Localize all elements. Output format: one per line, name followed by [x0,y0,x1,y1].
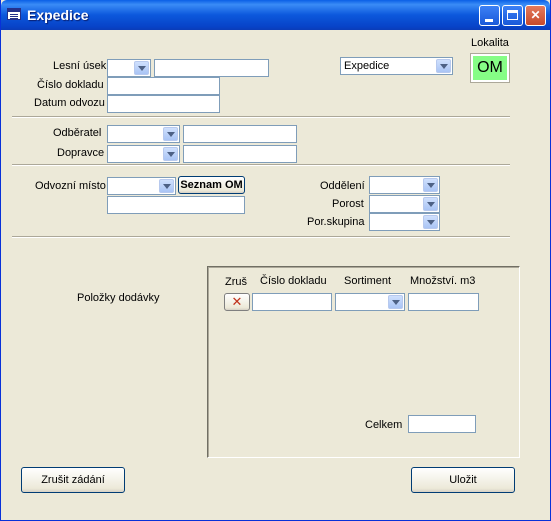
col-header-cislo-dokladu: Číslo dokladu [260,275,327,287]
porost-combo[interactable] [369,195,440,213]
por-skupina-combo[interactable] [369,213,440,231]
chevron-down-icon[interactable] [423,178,438,192]
oddeleni-combo[interactable] [369,176,440,194]
item-mnozstvi-field[interactable] [408,293,479,311]
lesni-usek-combo[interactable] [107,59,151,77]
chevron-down-icon[interactable] [159,179,174,193]
dopravce-name-field[interactable] [183,145,297,163]
odberatel-label: Odběratel [53,127,102,139]
dopravce-combo[interactable] [107,145,180,163]
lokalita-label: Lokalita [471,37,509,49]
datum-odvozu-label: Datum odvozu [34,97,105,109]
expedice-combo-value: Expedice [344,60,390,72]
odvozni-misto-name-field[interactable] [107,196,245,214]
datum-odvozu-field[interactable] [107,95,220,113]
chevron-down-icon[interactable] [163,127,178,141]
lesni-usek-name-field[interactable] [154,59,269,77]
close-icon[interactable] [525,5,546,26]
oddeleni-label: Oddělení [320,180,365,192]
minimize-icon[interactable] [479,5,500,26]
delete-row-button[interactable]: ✕ [224,293,250,311]
separator [12,236,510,238]
form-client-area: Lesní úsek Číslo dokladu Datum odvozu Ex… [4,30,547,518]
cislo-dokladu-field[interactable] [107,77,220,95]
col-header-zrus: Zruš [225,276,247,288]
items-subform: Zruš Číslo dokladu Sortiment Množství. m… [207,266,520,458]
lokalita-badge: OM [470,53,510,83]
porost-label: Porost [332,198,364,210]
save-button[interactable]: Uložit [411,467,515,493]
seznam-om-button[interactable]: Seznam OM [178,176,245,194]
polozky-dodavky-label: Položky dodávky [77,292,160,304]
odvozni-misto-label: Odvozní místo [35,180,106,192]
separator [12,164,510,166]
chevron-down-icon[interactable] [388,295,403,309]
chevron-down-icon[interactable] [436,59,451,73]
col-header-mnozstvi: Množství. m3 [410,275,476,287]
odberatel-combo[interactable] [107,125,180,143]
cancel-entry-button[interactable]: Zrušit zádání [21,467,125,493]
celkem-field[interactable] [408,415,476,433]
separator [12,116,510,118]
odberatel-name-field[interactable] [183,125,297,143]
chevron-down-icon[interactable] [423,215,438,229]
odvozni-misto-combo[interactable] [107,177,176,195]
expedice-combo[interactable]: Expedice [340,57,453,75]
dopravce-label: Dopravce [57,147,105,159]
lesni-usek-label: Lesní úsek [53,60,107,72]
chevron-down-icon[interactable] [134,61,149,75]
celkem-label: Celkem [365,419,403,431]
chevron-down-icon[interactable] [423,197,438,211]
por-skupina-label: Por.skupina [307,216,365,228]
col-header-sortiment: Sortiment [344,275,392,287]
chevron-down-icon[interactable] [163,147,178,161]
expedice-window: Expedice Lesní úsek Číslo dokladu Datum … [0,0,551,521]
title-bar[interactable]: Expedice [1,0,550,30]
delete-x-icon: ✕ [231,294,243,309]
item-sortiment-combo[interactable] [335,293,405,311]
maximize-icon[interactable] [502,5,523,26]
item-cislo-dokladu-field[interactable] [252,293,332,311]
form-icon [7,8,21,20]
window-title: Expedice [27,7,89,23]
cislo-dokladu-label: Číslo dokladu [37,79,104,91]
